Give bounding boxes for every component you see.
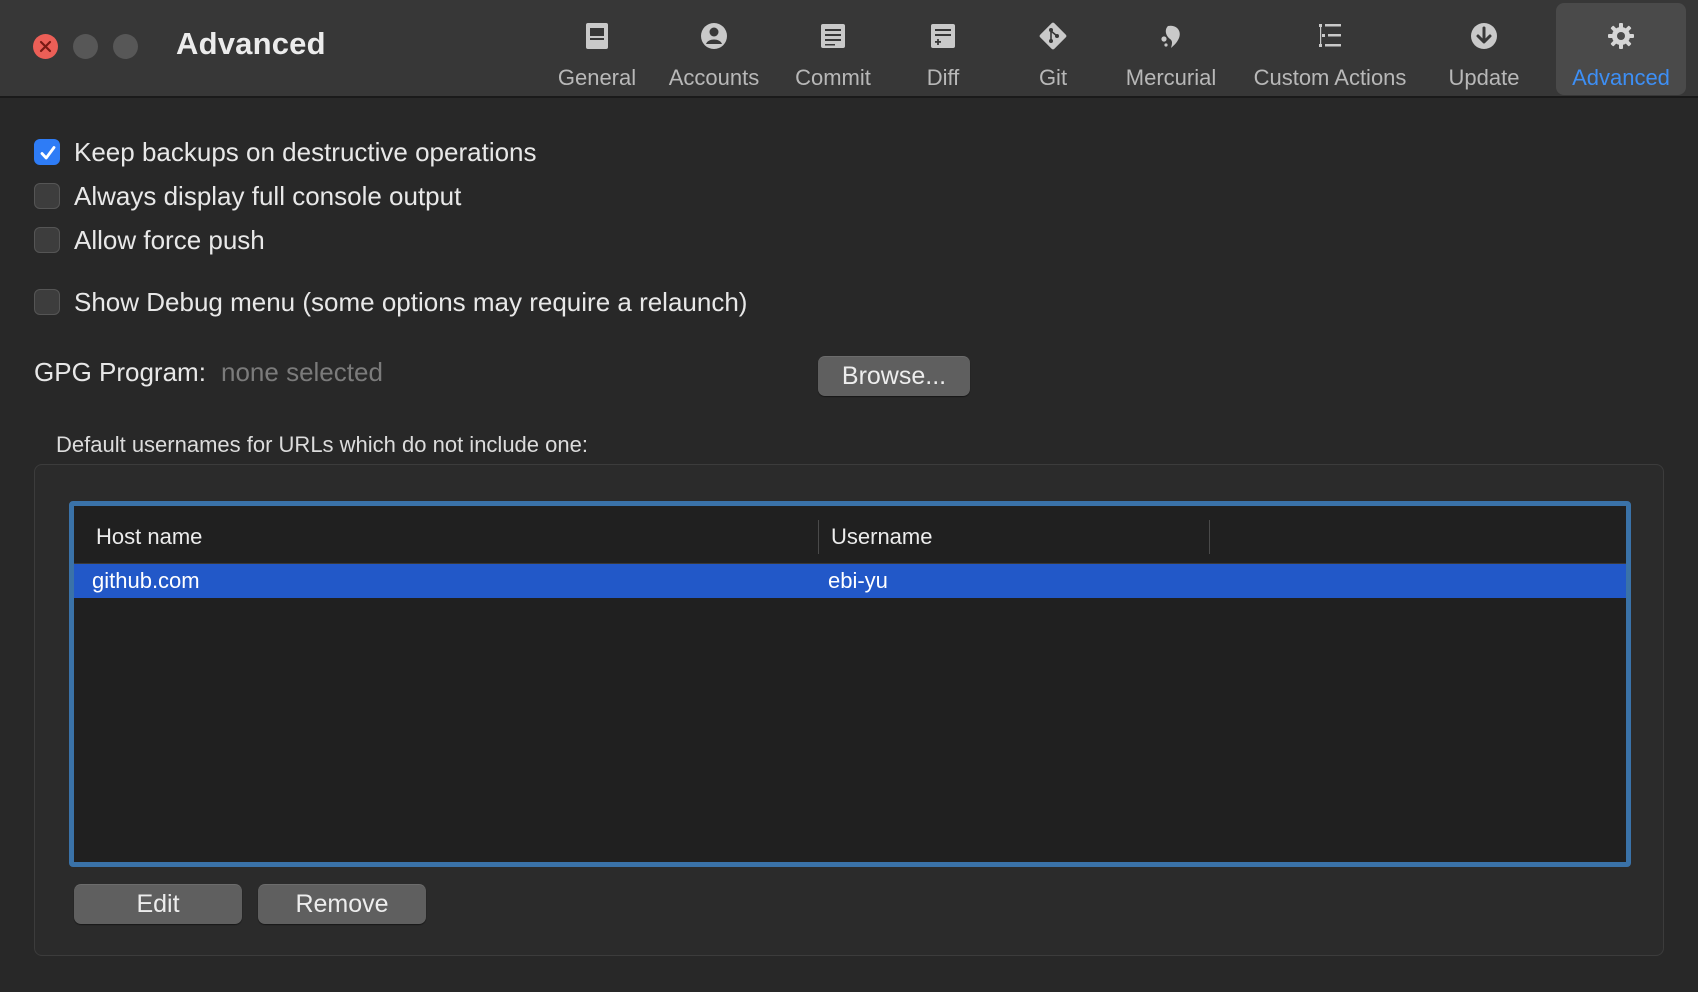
keep-backups-checkbox[interactable] xyxy=(34,139,60,165)
table-header: Host name Username xyxy=(74,506,1626,564)
full-console-option[interactable]: Always display full console output xyxy=(34,181,461,211)
tab-label: Custom Actions xyxy=(1253,65,1407,90)
zoom-window-button[interactable] xyxy=(113,34,138,59)
keep-backups-option[interactable]: Keep backups on destructive operations xyxy=(34,137,537,167)
debug-menu-option[interactable]: Show Debug menu (some options may requir… xyxy=(34,287,747,317)
column-header-host[interactable]: Host name xyxy=(96,524,202,550)
tab-custom-actions[interactable]: Custom Actions xyxy=(1245,3,1415,95)
toolbar: Advanced General Accounts Commit Diff Gi… xyxy=(0,0,1698,98)
column-divider[interactable] xyxy=(818,520,819,554)
close-window-button[interactable] xyxy=(33,34,58,59)
force-push-label: Allow force push xyxy=(74,224,265,255)
mercurial-icon xyxy=(1161,25,1180,48)
gpg-program-value: none selected xyxy=(221,357,383,387)
tab-label: Diff xyxy=(926,65,960,90)
update-icon xyxy=(1471,23,1497,49)
window-title: Advanced xyxy=(176,26,326,61)
keep-backups-label: Keep backups on destructive operations xyxy=(74,136,537,167)
tab-mercurial[interactable]: Mercurial xyxy=(1115,3,1227,95)
host-cell: github.com xyxy=(92,568,200,593)
tab-label: Update xyxy=(1448,65,1520,90)
close-icon xyxy=(39,40,52,53)
column-header-username[interactable]: Username xyxy=(831,524,932,550)
tab-label: Git xyxy=(1038,65,1068,90)
column-divider[interactable] xyxy=(1209,520,1210,554)
commit-icon xyxy=(821,24,845,48)
tab-update[interactable]: Update xyxy=(1432,3,1536,95)
general-icon xyxy=(586,23,608,49)
diff-icon xyxy=(931,24,955,48)
remove-button[interactable]: Remove xyxy=(258,884,426,924)
full-console-checkbox[interactable] xyxy=(34,183,60,209)
tab-general[interactable]: General xyxy=(548,3,646,95)
debug-menu-checkbox[interactable] xyxy=(34,289,60,315)
git-icon xyxy=(1039,22,1067,50)
edit-button[interactable]: Edit xyxy=(74,884,242,924)
tab-label: Mercurial xyxy=(1125,65,1217,90)
preferences-window: Advanced General Accounts Commit Diff Gi… xyxy=(0,0,1698,992)
force-push-checkbox[interactable] xyxy=(34,227,60,253)
tab-accounts[interactable]: Accounts xyxy=(658,3,770,95)
full-console-label: Always display full console output xyxy=(74,180,462,211)
gear-icon xyxy=(1608,23,1634,49)
checkmark-icon xyxy=(40,146,56,160)
tab-advanced[interactable]: Advanced xyxy=(1556,3,1686,95)
gpg-program-label: GPG Program: xyxy=(34,357,206,387)
tab-commit[interactable]: Commit xyxy=(783,3,883,95)
usernames-caption: Default usernames for URLs which do not … xyxy=(56,432,588,457)
table-row[interactable]: github.com ebi-yu xyxy=(74,564,1626,598)
tab-git[interactable]: Git xyxy=(1003,3,1103,95)
tab-diff[interactable]: Diff xyxy=(893,3,993,95)
debug-menu-label: Show Debug menu (some options may requir… xyxy=(74,286,748,317)
tab-label: Advanced xyxy=(1572,65,1670,90)
username-cell: ebi-yu xyxy=(828,568,888,593)
force-push-option[interactable]: Allow force push xyxy=(34,225,265,255)
tab-label: General xyxy=(557,65,637,90)
custom-actions-icon xyxy=(1319,24,1341,47)
minimize-window-button[interactable] xyxy=(73,34,98,59)
accounts-icon xyxy=(701,23,727,49)
tab-label: Accounts xyxy=(668,65,760,90)
usernames-table[interactable]: Host name Username github.com ebi-yu xyxy=(69,501,1631,867)
tab-label: Commit xyxy=(795,65,871,90)
browse-button[interactable]: Browse... xyxy=(818,356,970,396)
